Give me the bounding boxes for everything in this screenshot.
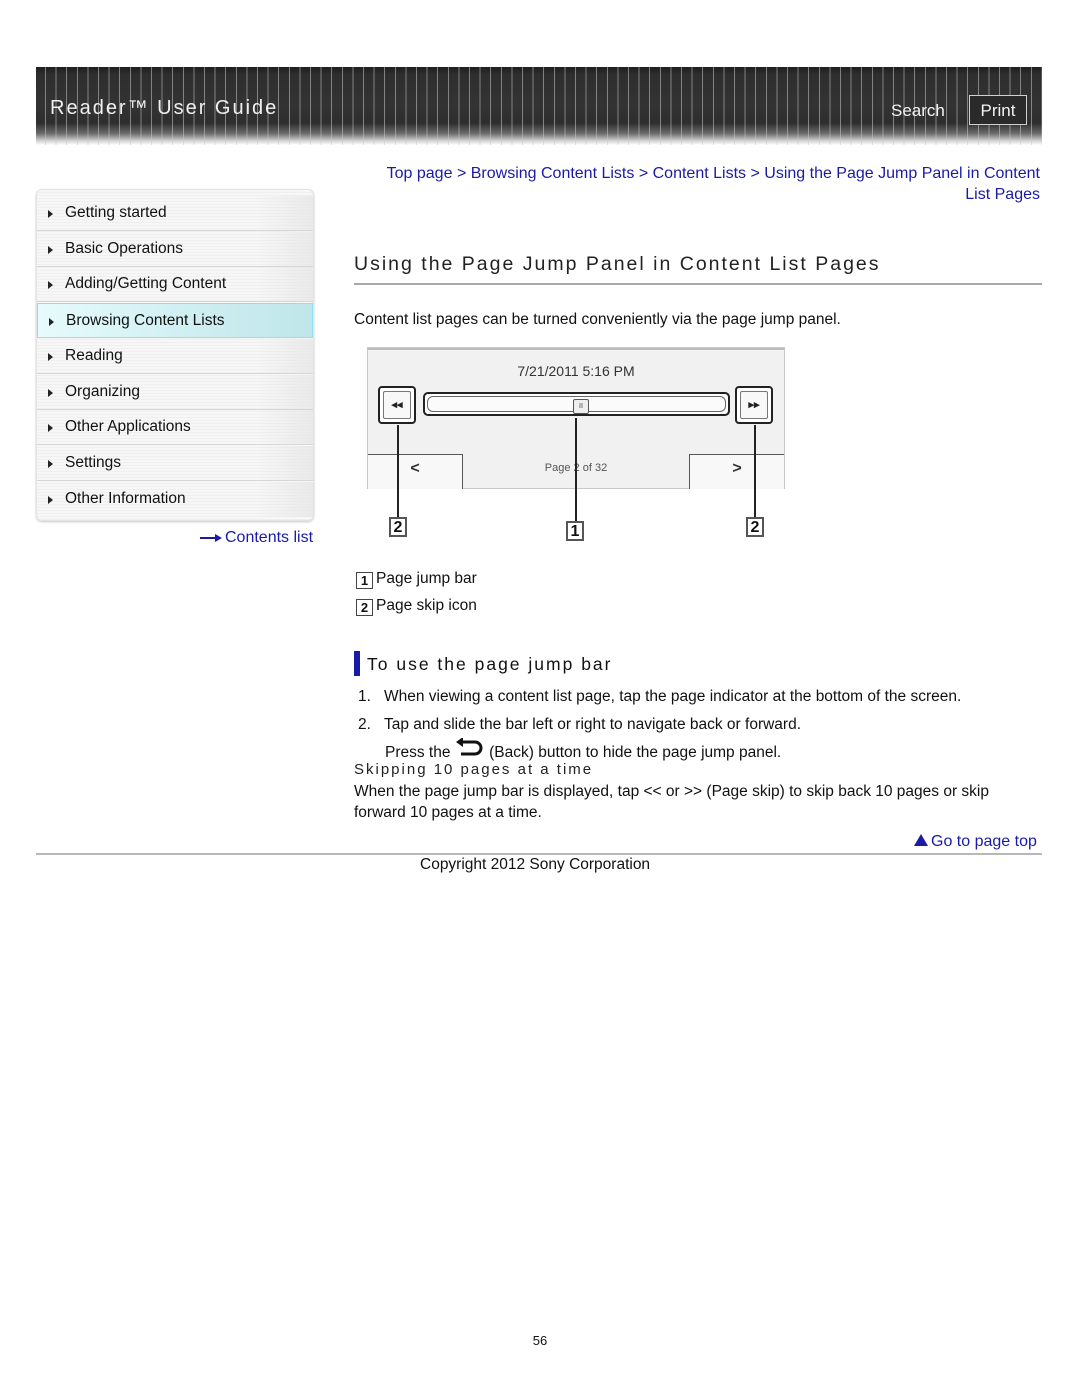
triangle-right-icon [49, 318, 54, 326]
breadcrumb-separator: > [456, 165, 467, 182]
figure-page-jump-bar: II [423, 392, 730, 416]
subsection-text: When the page jump bar is displayed, tap… [354, 783, 990, 821]
legend-item: 2 Page skip icon [356, 597, 477, 616]
sidebar-item-browsing-content-lists[interactable]: Browsing Content Lists [37, 303, 313, 338]
triangle-up-icon [914, 834, 928, 846]
sidebar-item-label: Basic Operations [65, 240, 184, 257]
search-link[interactable]: Search [891, 101, 945, 121]
triangle-right-icon [48, 281, 53, 289]
rewind-icon: ◂◂ [383, 391, 411, 419]
contents-list-label: Contents list [225, 529, 314, 546]
intro-text: Content list pages can be turned conveni… [354, 311, 841, 328]
print-button[interactable]: Print [969, 95, 1027, 125]
sidebar-item-label: Settings [65, 454, 122, 471]
figure-next-page-button: > [689, 454, 784, 489]
sidebar-item-label: Reading [65, 347, 123, 364]
sidebar-item-label: Getting started [65, 204, 167, 221]
sidebar-item-other-applications[interactable]: Other Applications [37, 410, 313, 445]
go-to-page-top-link[interactable]: Go to page top [914, 833, 1037, 851]
triangle-right-icon [48, 389, 53, 397]
breadcrumb-current-page[interactable]: Using the Page Jump Panel in Content Lis… [764, 165, 1040, 203]
slider-thumb-icon: II [573, 399, 589, 414]
callout-marker: 1 [566, 521, 584, 541]
sidebar-item-label: Adding/Getting Content [65, 275, 227, 292]
note-text-before: Press the [385, 744, 451, 761]
go-to-page-top-label: Go to page top [931, 833, 1037, 850]
sidebar-item-label: Other Information [65, 490, 186, 507]
sidebar-item-settings[interactable]: Settings [37, 446, 313, 481]
breadcrumb-content-lists[interactable]: Content Lists [653, 165, 746, 182]
sidebar-item-label: Organizing [65, 383, 140, 400]
footer-divider [36, 853, 1042, 855]
legend-label: Page jump bar [376, 570, 477, 587]
subsection-title: Skipping 10 pages at a time [354, 761, 594, 778]
legend-number: 2 [356, 599, 373, 616]
guide-title: Reader™ User Guide [50, 97, 279, 119]
sidebar-item-other-information[interactable]: Other Information [37, 482, 313, 517]
breadcrumb-separator: > [638, 165, 649, 182]
sidebar-item-label: Other Applications [65, 418, 191, 435]
step-item: 2. Tap and slide the bar left or right to… [358, 716, 801, 734]
chevron-right-icon: > [732, 460, 742, 477]
triangle-right-icon [48, 210, 53, 218]
title-divider [354, 283, 1042, 285]
section-accent-bar [354, 651, 360, 676]
sidebar-nav: Getting started Basic Operations Adding/… [36, 189, 314, 521]
sidebar-item-adding-getting-content[interactable]: Adding/Getting Content [37, 267, 313, 302]
sidebar-item-basic-operations[interactable]: Basic Operations [37, 232, 313, 267]
note-text-after: (Back) button to hide the page jump pane… [489, 744, 782, 761]
breadcrumb: Top page > Browsing Content Lists > Cont… [360, 163, 1040, 205]
sidebar-item-label: Browsing Content Lists [66, 312, 225, 329]
breadcrumb-separator: > [750, 165, 760, 182]
page-number: 56 [532, 1333, 548, 1348]
back-icon [455, 737, 485, 756]
step-text: Tap and slide the bar left or right to n… [384, 716, 802, 733]
callout-marker: 2 [746, 517, 764, 537]
copyright-text: Copyright 2012 Sony Corporation [420, 856, 651, 873]
step-note: Press the (Back) button to hide the page… [385, 737, 782, 762]
figure-bar-track: II [427, 396, 726, 414]
step-number: 2. [358, 716, 371, 733]
page-title: Using the Page Jump Panel in Content Lis… [354, 253, 881, 275]
step-number: 1. [358, 688, 371, 705]
triangle-right-icon [48, 460, 53, 468]
triangle-right-icon [48, 424, 53, 432]
step-text: When viewing a content list page, tap th… [384, 688, 962, 705]
breadcrumb-top-page[interactable]: Top page [387, 165, 453, 182]
triangle-right-icon [48, 246, 53, 254]
figure-skip-back-button: ◂◂ [378, 386, 416, 424]
callout-line [754, 425, 756, 517]
fast-forward-icon: ▸▸ [740, 391, 768, 419]
legend-item: 1 Page jump bar [356, 570, 477, 589]
contents-list-link[interactable]: Contents list [200, 529, 313, 547]
sidebar-item-organizing[interactable]: Organizing [37, 375, 313, 410]
figure-top-border [368, 348, 784, 350]
section-title: To use the page jump bar [367, 654, 613, 674]
figure-skip-forward-button: ▸▸ [735, 386, 773, 424]
sidebar-item-getting-started[interactable]: Getting started [37, 196, 313, 231]
triangle-right-icon [48, 353, 53, 361]
legend-number: 1 [356, 572, 373, 589]
callout-line [397, 425, 399, 517]
callout-marker: 2 [389, 517, 407, 537]
figure-datetime: 7/21/2011 5:16 PM [517, 363, 635, 379]
sidebar-item-reading[interactable]: Reading [37, 339, 313, 374]
triangle-right-icon [48, 496, 53, 504]
arrow-right-icon [200, 533, 222, 543]
figure-prev-page-button: < [368, 454, 463, 489]
step-item: 1. When viewing a content list page, tap … [358, 688, 961, 706]
header-banner: Reader™ User Guide Search Print [36, 67, 1042, 145]
callout-line [575, 418, 577, 521]
breadcrumb-browsing-content-lists[interactable]: Browsing Content Lists [471, 165, 635, 182]
chevron-left-icon: < [410, 460, 420, 477]
legend-label: Page skip icon [376, 597, 477, 614]
